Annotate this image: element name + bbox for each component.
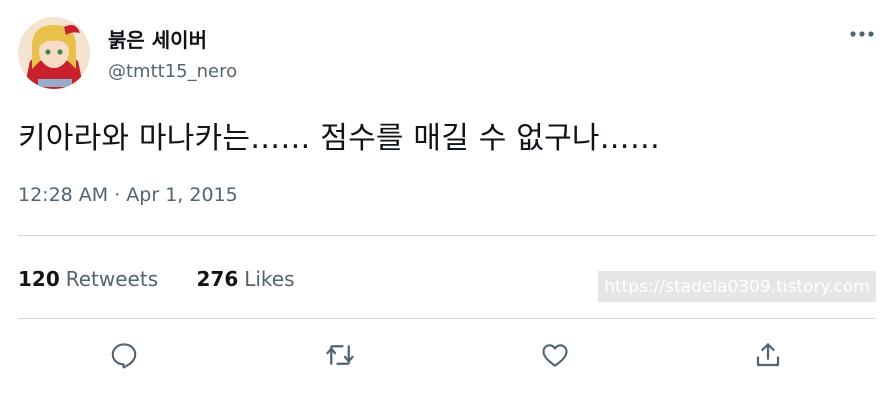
like-button[interactable] <box>538 338 572 372</box>
avatar[interactable] <box>18 17 90 89</box>
reply-icon <box>111 343 137 369</box>
likes-label: Likes <box>244 267 295 291</box>
retweet-icon <box>326 345 354 365</box>
watermark: https://stadela0309.tistory.com <box>598 271 876 302</box>
engagement-stats: 120 Retweets 276 Likes <box>18 267 327 291</box>
more-horizontal-icon <box>850 31 874 37</box>
divider-bottom <box>18 318 876 319</box>
retweets-label: Retweets <box>65 267 159 291</box>
heart-icon <box>542 344 568 367</box>
retweets-stat[interactable]: 120 Retweets <box>18 267 158 291</box>
reply-button[interactable] <box>107 338 141 372</box>
user-handle[interactable]: @tmtt15_nero <box>108 61 237 82</box>
divider-top <box>18 235 876 236</box>
display-name[interactable]: 붉은 세이버 <box>108 24 207 53</box>
share-button[interactable] <box>751 338 785 372</box>
tweet-text: 키아라와 마나카는…… 점수를 매길 수 없구나…… <box>18 121 661 156</box>
more-options-button[interactable] <box>847 22 877 46</box>
share-icon <box>756 343 780 367</box>
profile-avatar-image <box>18 17 90 89</box>
likes-stat[interactable]: 276 Likes <box>196 267 294 291</box>
retweets-count: 120 <box>18 267 60 291</box>
retweet-button[interactable] <box>323 338 357 372</box>
likes-count: 276 <box>196 267 239 291</box>
tweet-timestamp[interactable]: 12:28 AM · Apr 1, 2015 <box>18 184 238 206</box>
